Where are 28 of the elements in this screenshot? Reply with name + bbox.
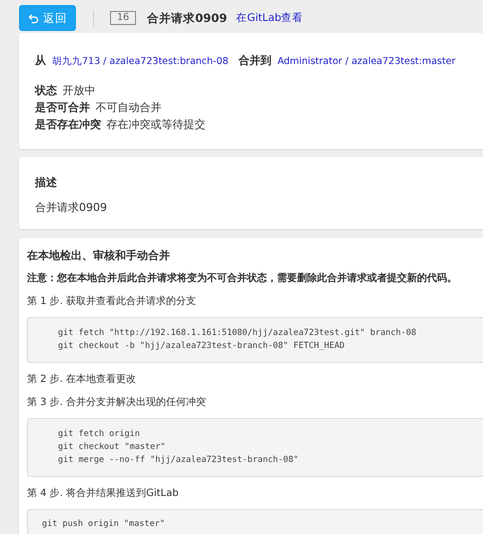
from-label: 从: [35, 53, 46, 68]
page-title: 合并请求0909: [147, 10, 228, 26]
target-branch-link[interactable]: Administrator / azalea723test:master: [277, 56, 456, 67]
code-line: git checkout -b "hjj/azalea723test-branch-08" FETCH_HEAD: [58, 340, 346, 353]
description-text: 合并请求0909: [35, 200, 108, 215]
code-line: git fetch origin: [58, 428, 141, 441]
field-label: 状态: [35, 84, 57, 97]
return-arrow-icon: [28, 12, 39, 24]
notice-text: 注意：您在本地合并后此合并请求将变为不可合并状态，需要删除此合并请求或者提交新的代码。: [27, 271, 458, 285]
field-label: 是否可合并: [35, 101, 90, 114]
id-badge: 16: [110, 11, 136, 25]
code-line: git push origin "master": [42, 518, 166, 531]
step-label: 第 4 步. 将合并结果推送到GitLab: [27, 486, 180, 500]
description-heading: 描述: [35, 175, 58, 190]
code-line: git checkout "master": [58, 441, 166, 454]
step-label: 第 1 步. 获取并查看此合并请求的分支: [27, 294, 198, 308]
step-label: 第 2 步. 在本地查看更改: [27, 372, 138, 386]
field-value: 存在冲突或等待提交: [106, 118, 206, 131]
field-value: 不可自动合并: [96, 101, 162, 114]
step-label: 第 3 步. 合并分支并解决出现的任何冲突: [27, 396, 208, 409]
code-line: git fetch "http://192.168.1.161:51080/hjj/azalea723test.git" branch-08: [58, 327, 418, 340]
gitlab-link[interactable]: 在GitLab查看: [236, 11, 304, 25]
field-label: 是否存在冲突: [35, 118, 101, 131]
target-label: 合并到: [238, 53, 272, 68]
section-heading: 在本地检出、审核和手动合并: [27, 248, 171, 263]
code-line: git merge --no-ff "hjj/azalea723test-branch-08": [58, 454, 300, 467]
source-branch-link[interactable]: 胡九九713 / azalea723test:branch-08: [52, 55, 228, 68]
field-value: 开放中: [62, 84, 96, 97]
